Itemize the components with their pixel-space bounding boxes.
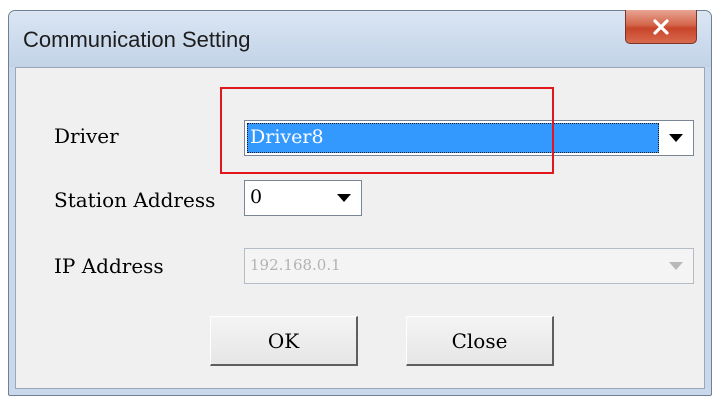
driver-label: Driver [54,124,119,148]
ip-address-value: 192.168.0.1 [250,256,341,274]
ip-address-label: IP Address [54,254,164,278]
ip-address-select[interactable]: 192.168.0.1 [244,248,694,284]
dropdown-arrow-icon[interactable] [661,251,691,281]
window-close-button[interactable] [625,10,697,44]
ok-button[interactable]: OK [210,316,358,366]
station-address-select[interactable]: 0 [244,180,362,216]
close-x-icon [653,18,669,35]
communication-setting-dialog: Communication Setting Driver Driver8 Sta… [8,10,712,396]
station-address-value: 0 [250,186,263,208]
station-address-label: Station Address [54,188,216,212]
title-bar[interactable]: Communication Setting [9,10,711,67]
window-title: Communication Setting [23,27,251,52]
dropdown-arrow-icon[interactable] [661,123,691,153]
dropdown-arrow-icon[interactable] [329,183,359,213]
close-button[interactable]: Close [406,316,554,366]
annotation-highlight-box [220,87,554,174]
